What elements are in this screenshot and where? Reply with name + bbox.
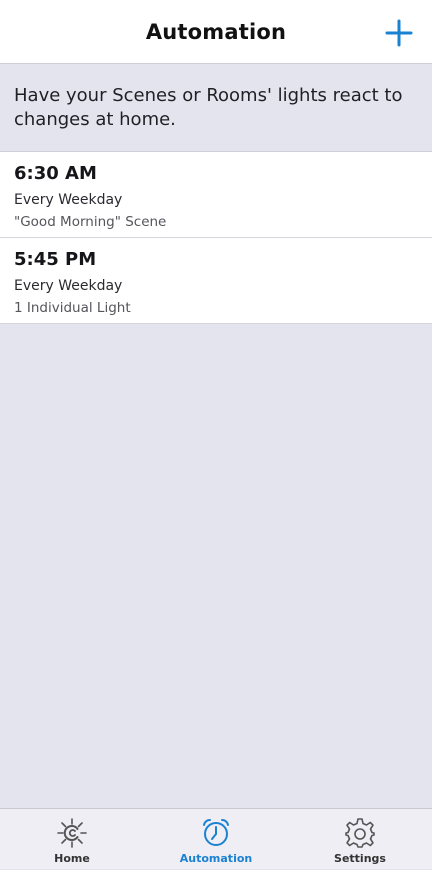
tab-automation[interactable]: Automation: [144, 809, 288, 870]
tab-home[interactable]: Home: [0, 809, 144, 870]
automation-target: 1 Individual Light: [14, 300, 131, 316]
tab-settings-label: Settings: [334, 852, 386, 865]
automation-time: 6:30 AM: [14, 163, 97, 184]
automation-schedule: Every Weekday: [14, 278, 123, 294]
tab-bar: Home Automation Settings: [0, 808, 432, 869]
automation-item[interactable]: 5:45 PM Every Weekday 1 Individual Light: [0, 238, 432, 324]
page-title: Automation: [145, 20, 287, 44]
automation-time: 5:45 PM: [14, 249, 97, 270]
add-automation-button[interactable]: [384, 18, 414, 48]
gear-icon: [343, 816, 377, 850]
navigation-bar: Automation: [0, 0, 432, 64]
alarm-clock-icon: [199, 816, 233, 850]
tab-home-label: Home: [54, 852, 90, 865]
automation-target: "Good Morning" Scene: [14, 214, 167, 230]
automation-item[interactable]: 6:30 AM Every Weekday "Good Morning" Sce…: [0, 152, 432, 238]
tab-settings[interactable]: Settings: [288, 809, 432, 870]
plus-icon: [385, 19, 413, 47]
automation-list: 6:30 AM Every Weekday "Good Morning" Sce…: [0, 152, 432, 324]
automation-schedule: Every Weekday: [14, 192, 123, 208]
tab-automation-label: Automation: [179, 852, 253, 865]
intro-description: Have your Scenes or Rooms' lights react …: [0, 64, 432, 152]
home-sun-icon: [55, 816, 89, 850]
